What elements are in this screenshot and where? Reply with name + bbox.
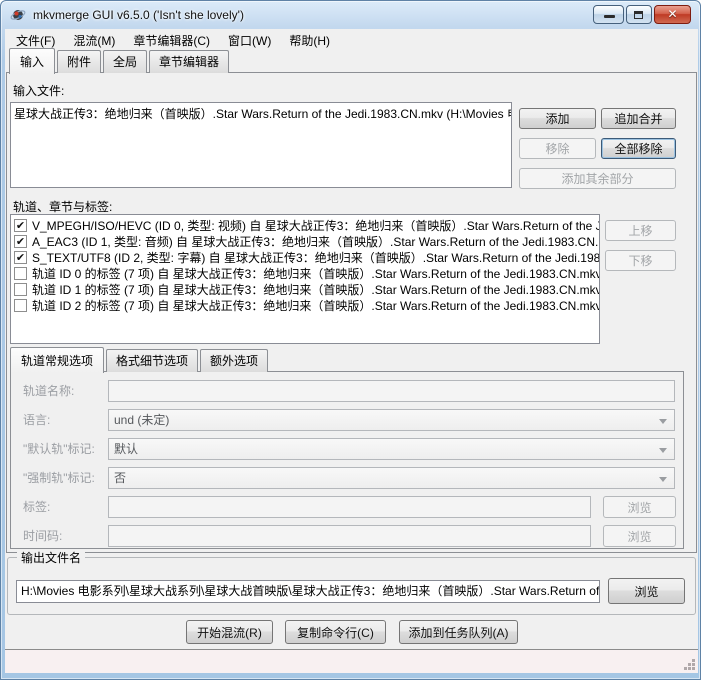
tab-format-specific-options[interactable]: 格式细节选项 (106, 349, 199, 372)
track-checkbox[interactable]: ✔ (14, 250, 27, 264)
menu-item-muxing[interactable]: 混流(M) (64, 29, 124, 52)
track-name-field (108, 380, 675, 402)
tags-label: 标签: (23, 500, 51, 514)
close-icon: ✕ (667, 7, 678, 21)
track-row[interactable]: ✔ S_TEXT/UTF8 (ID 2, 类型: 字幕) 自 星球大战正传3：绝… (11, 249, 599, 265)
timecodes-browse-button: 浏览 (603, 525, 676, 547)
menu-item-help[interactable]: 帮助(H) (280, 29, 339, 52)
app-icon (10, 7, 26, 23)
track-row-label: A_EAC3 (ID 1, 类型: 音频) 自 星球大战正传3：绝地归来（首映版… (32, 234, 599, 249)
track-checkbox[interactable] (14, 298, 27, 312)
timecodes-label: 时间码: (23, 529, 63, 543)
tab-general-track-options[interactable]: 轨道常规选项 (10, 347, 105, 373)
track-row-label: 轨道 ID 1 的标签 (7 项) 自 星球大战正传3：绝地归来（首映版）.St… (32, 282, 599, 297)
window-title: mkvmerge GUI v6.5.0 ('Isn't she lovely') (33, 8, 244, 22)
tab-input[interactable]: 输入 (9, 48, 56, 74)
chevron-down-icon (659, 448, 667, 453)
status-bar (5, 650, 698, 673)
track-row[interactable]: 轨道 ID 1 的标签 (7 项) 自 星球大战正传3：绝地归来（首映版）.St… (11, 281, 599, 297)
remove-all-button[interactable]: 全部移除 (601, 138, 676, 159)
maximize-icon (634, 11, 643, 19)
track-row-label: S_TEXT/UTF8 (ID 2, 类型: 字幕) 自 星球大战正传3：绝地归… (32, 250, 599, 265)
output-browse-button[interactable]: 浏览 (608, 578, 685, 604)
input-tab-panel: 输入文件: 星球大战正传3：绝地归来（首映版）.Star Wars.Return… (6, 72, 697, 553)
app-window: mkvmerge GUI v6.5.0 ('Isn't she lovely')… (0, 0, 701, 680)
menu-bar: 文件(F) 混流(M) 章节编辑器(C) 窗口(W) 帮助(H) (5, 29, 698, 51)
chevron-down-icon (659, 477, 667, 482)
additional-parts-button: 添加其余部分 (519, 168, 676, 189)
forced-flag-select: 否 (108, 467, 675, 489)
output-filename-field[interactable]: H:\Movies 电影系列\星球大战系列\星球大战首映版\星球大战正传3：绝地… (16, 580, 600, 603)
move-up-button: 上移 (605, 220, 676, 241)
track-row[interactable]: ✔ V_MPEGH/ISO/HEVC (ID 0, 类型: 视频) 自 星球大战… (11, 217, 599, 233)
tab-chapter-editor[interactable]: 章节编辑器 (149, 50, 230, 73)
track-checkbox[interactable]: ✔ (14, 234, 27, 248)
titlebar[interactable]: mkvmerge GUI v6.5.0 ('Isn't she lovely')… (1, 1, 700, 29)
track-checkbox[interactable] (14, 282, 27, 296)
start-muxing-button[interactable]: 开始混流(R) (186, 620, 273, 644)
menu-item-chapter-editor[interactable]: 章节编辑器(C) (124, 29, 219, 52)
tracks-list[interactable]: ✔ V_MPEGH/ISO/HEVC (ID 0, 类型: 视频) 自 星球大战… (10, 214, 600, 344)
input-file-row[interactable]: 星球大战正传3：绝地归来（首映版）.Star Wars.Return of th… (11, 103, 511, 124)
move-down-button: 下移 (605, 250, 676, 271)
tags-field (108, 496, 591, 518)
default-flag-select: 默认 (108, 438, 675, 460)
forced-flag-value: 否 (114, 471, 127, 485)
default-flag-value: 默认 (114, 442, 139, 456)
add-button[interactable]: 添加 (519, 108, 596, 129)
close-button[interactable]: ✕ (654, 5, 691, 24)
copy-command-line-button[interactable]: 复制命令行(C) (285, 620, 386, 644)
main-tabstrip: 输入 附件 全局 章节编辑器 (9, 48, 231, 74)
output-filename-group: 输出文件名 H:\Movies 电影系列\星球大战系列\星球大战首映版\星球大战… (7, 549, 696, 615)
forced-flag-label: "强制轨"标记: (23, 471, 95, 485)
language-select: und (未定) (108, 409, 675, 431)
input-files-list[interactable]: 星球大战正传3：绝地归来（首映版）.Star Wars.Return of th… (10, 102, 512, 188)
language-label: 语言: (23, 413, 51, 427)
append-button[interactable]: 追加合并 (601, 108, 676, 129)
track-row[interactable]: 轨道 ID 2 的标签 (7 项) 自 星球大战正传3：绝地归来（首映版）.St… (11, 297, 599, 313)
maximize-button[interactable] (626, 5, 652, 24)
track-row[interactable]: ✔ A_EAC3 (ID 1, 类型: 音频) 自 星球大战正传3：绝地归来（首… (11, 233, 599, 249)
tab-attachments[interactable]: 附件 (57, 50, 102, 73)
tracks-label: 轨道、章节与标签: (13, 200, 113, 214)
add-to-job-queue-button[interactable]: 添加到任务队列(A) (399, 620, 518, 644)
chevron-down-icon (659, 419, 667, 424)
input-files-label: 输入文件: (13, 84, 65, 98)
track-options-panel: 轨道名称: 语言: und (未定) "默认轨"标记: 默认 "强制轨"标记: … (10, 371, 684, 549)
minimize-icon (603, 15, 615, 18)
track-options-tabstrip: 轨道常规选项 格式细节选项 额外选项 (10, 347, 270, 373)
menu-item-window[interactable]: 窗口(W) (219, 29, 280, 52)
track-row-label: 轨道 ID 0 的标签 (7 项) 自 星球大战正传3：绝地归来（首映版）.St… (32, 266, 599, 281)
client-area: 文件(F) 混流(M) 章节编辑器(C) 窗口(W) 帮助(H) 输入 附件 全… (5, 29, 698, 673)
minimize-button[interactable] (593, 5, 624, 24)
track-row-label: 轨道 ID 2 的标签 (7 项) 自 星球大战正传3：绝地归来（首映版）.St… (32, 298, 599, 313)
output-filename-label: 输出文件名 (17, 549, 86, 566)
tags-browse-button: 浏览 (603, 496, 676, 518)
default-flag-label: "默认轨"标记: (23, 442, 95, 456)
tab-extra-options[interactable]: 额外选项 (200, 349, 269, 372)
track-name-label: 轨道名称: (23, 384, 75, 398)
resize-grip-icon[interactable] (683, 658, 696, 671)
language-value: und (未定) (114, 413, 170, 427)
remove-button: 移除 (519, 138, 596, 159)
tab-global[interactable]: 全局 (103, 50, 148, 73)
track-row[interactable]: 轨道 ID 0 的标签 (7 项) 自 星球大战正传3：绝地归来（首映版）.St… (11, 265, 599, 281)
track-row-label: V_MPEGH/ISO/HEVC (ID 0, 类型: 视频) 自 星球大战正传… (32, 218, 599, 233)
track-checkbox[interactable]: ✔ (14, 218, 27, 232)
timecodes-field (108, 525, 591, 547)
track-checkbox[interactable] (14, 266, 27, 280)
